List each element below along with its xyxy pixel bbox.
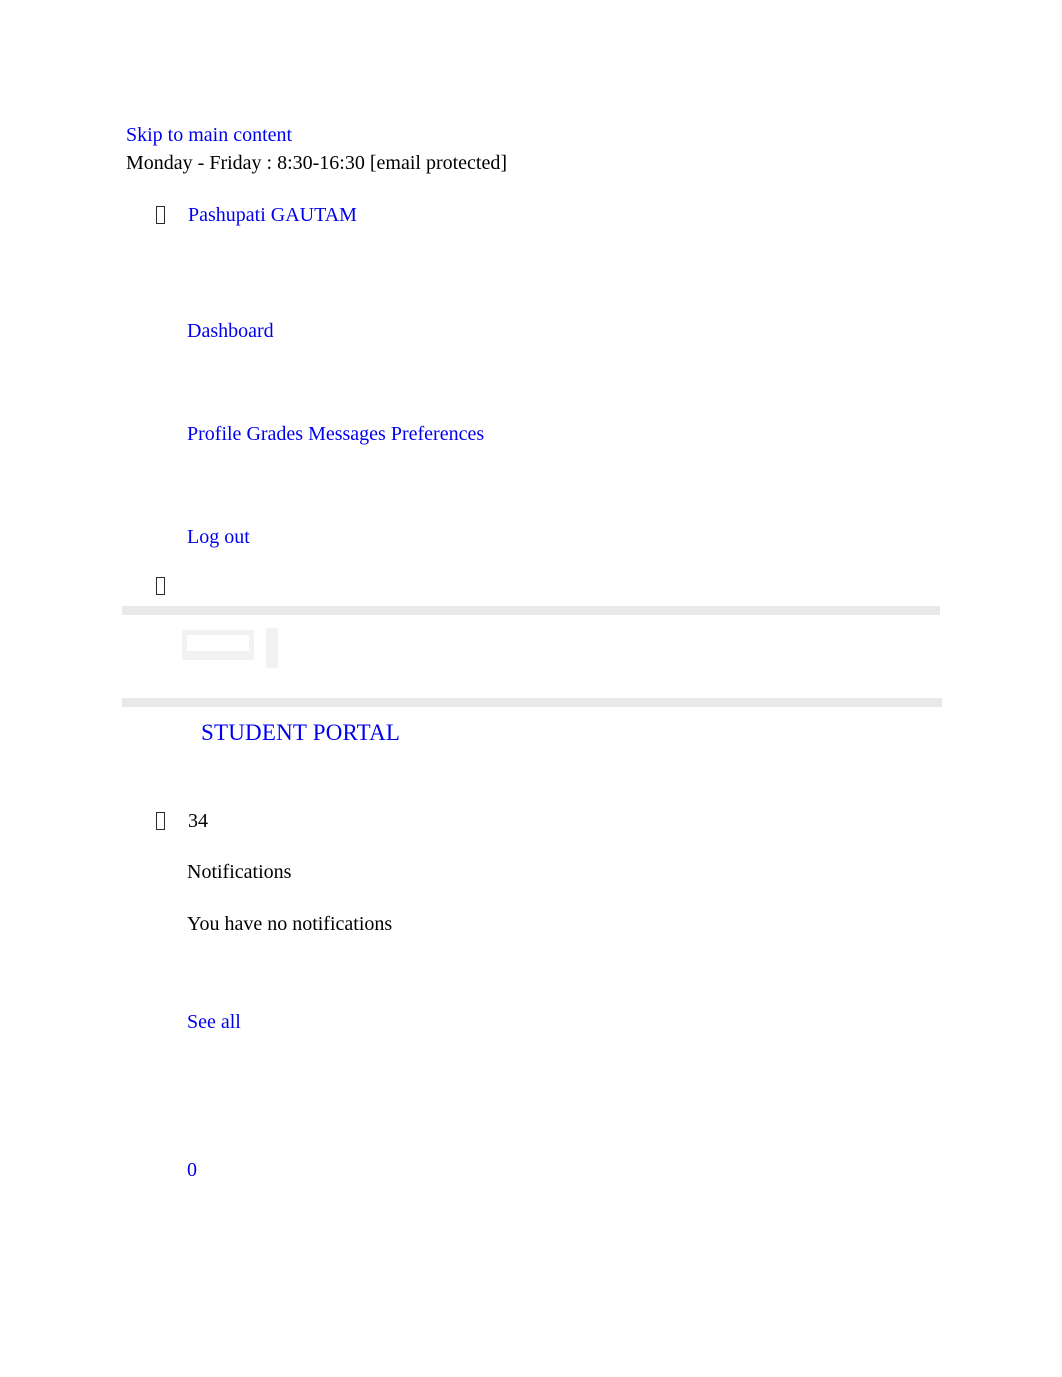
nav-item-profile[interactable]: Profile xyxy=(187,423,241,445)
office-hours-text: Monday - Friday : 8:30-16:30 [email prot… xyxy=(126,152,508,174)
notification-bell-row[interactable]: 34 xyxy=(156,810,208,833)
page-title[interactable]: STUDENT PORTAL xyxy=(201,720,400,746)
account-menu-row[interactable]: Pashupati GAUTAM xyxy=(156,204,357,227)
nav-item-messages[interactable]: Messages xyxy=(308,423,386,445)
skip-to-main-content-link[interactable]: Skip to main content xyxy=(126,124,292,147)
dashboard-link[interactable]: Dashboard xyxy=(187,320,274,343)
brand-logo-image xyxy=(182,628,292,668)
messages-count-link[interactable]: 0 xyxy=(187,1159,197,1182)
notifications-heading: Notifications xyxy=(187,861,291,884)
messages-count-label[interactable]: 0 xyxy=(187,1159,197,1181)
dashboard-label[interactable]: Dashboard xyxy=(187,320,274,342)
notifications-empty-state: You have no notifications xyxy=(187,913,392,936)
skip-link-label[interactable]: Skip to main content xyxy=(126,124,292,146)
notifications-heading-label: Notifications xyxy=(187,861,292,883)
page-title-label[interactable]: STUDENT PORTAL xyxy=(201,720,400,745)
see-all-label[interactable]: See all xyxy=(187,1011,241,1033)
user-icon xyxy=(156,206,165,224)
notification-count: 34 xyxy=(188,810,208,832)
office-hours-line: Monday - Friday : 8:30-16:30 [email prot… xyxy=(126,152,507,175)
account-nav: Profile Grades Messages Preferences xyxy=(187,423,484,446)
broken-image-icon-bar xyxy=(266,628,278,668)
broken-image-icon xyxy=(182,630,254,660)
nav-item-preferences[interactable]: Preferences xyxy=(391,423,484,445)
menu-icon xyxy=(156,577,165,595)
logout-label[interactable]: Log out xyxy=(187,526,250,548)
logout-link[interactable]: Log out xyxy=(187,526,250,549)
header-divider-bottom xyxy=(122,697,942,707)
see-all-notifications-link[interactable]: See all xyxy=(187,1011,241,1034)
notifications-empty-text: You have no notifications xyxy=(187,913,393,935)
header-divider-top xyxy=(122,605,940,615)
bell-icon xyxy=(156,812,165,830)
nav-item-grades[interactable]: Grades xyxy=(246,423,303,445)
menu-toggle-button[interactable] xyxy=(156,576,165,598)
account-user-name[interactable]: Pashupati GAUTAM xyxy=(188,204,357,226)
